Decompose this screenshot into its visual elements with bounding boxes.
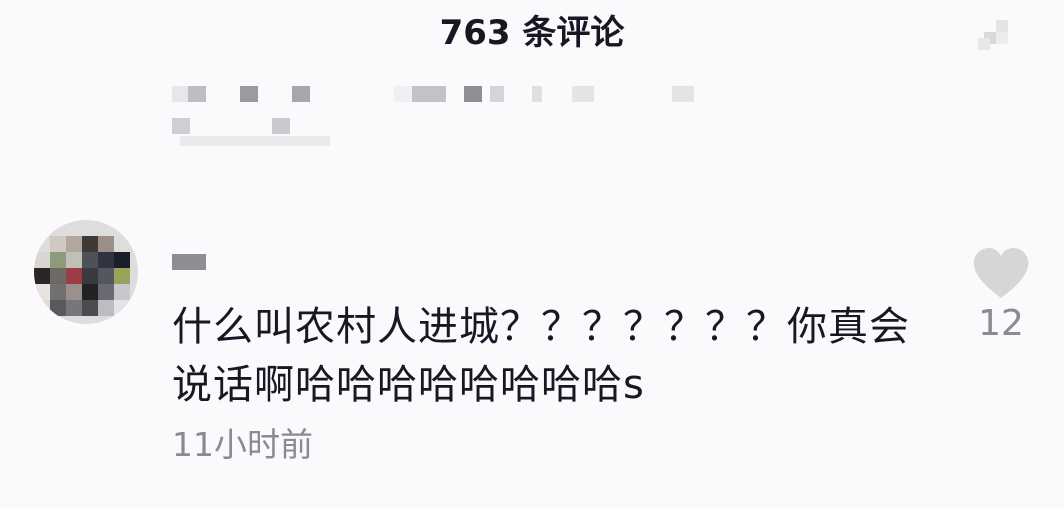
like-button[interactable]: 12: [966, 248, 1036, 358]
comment-text: 什么叫农村人进城？？？？？？？你真会说话啊哈哈哈哈哈哈哈哈s: [172, 304, 910, 408]
obscured-text-line: [172, 118, 332, 146]
comment-count-title: 763 条评论: [439, 13, 625, 53]
obscured-text-line: [172, 86, 732, 104]
username-obscured[interactable]: [172, 254, 206, 270]
comment-timestamp: 11小时前: [172, 425, 313, 464]
avatar[interactable]: [34, 220, 138, 324]
close-icon[interactable]: [976, 14, 1016, 54]
heart-icon[interactable]: [972, 248, 1030, 300]
like-count: 12: [978, 303, 1024, 344]
